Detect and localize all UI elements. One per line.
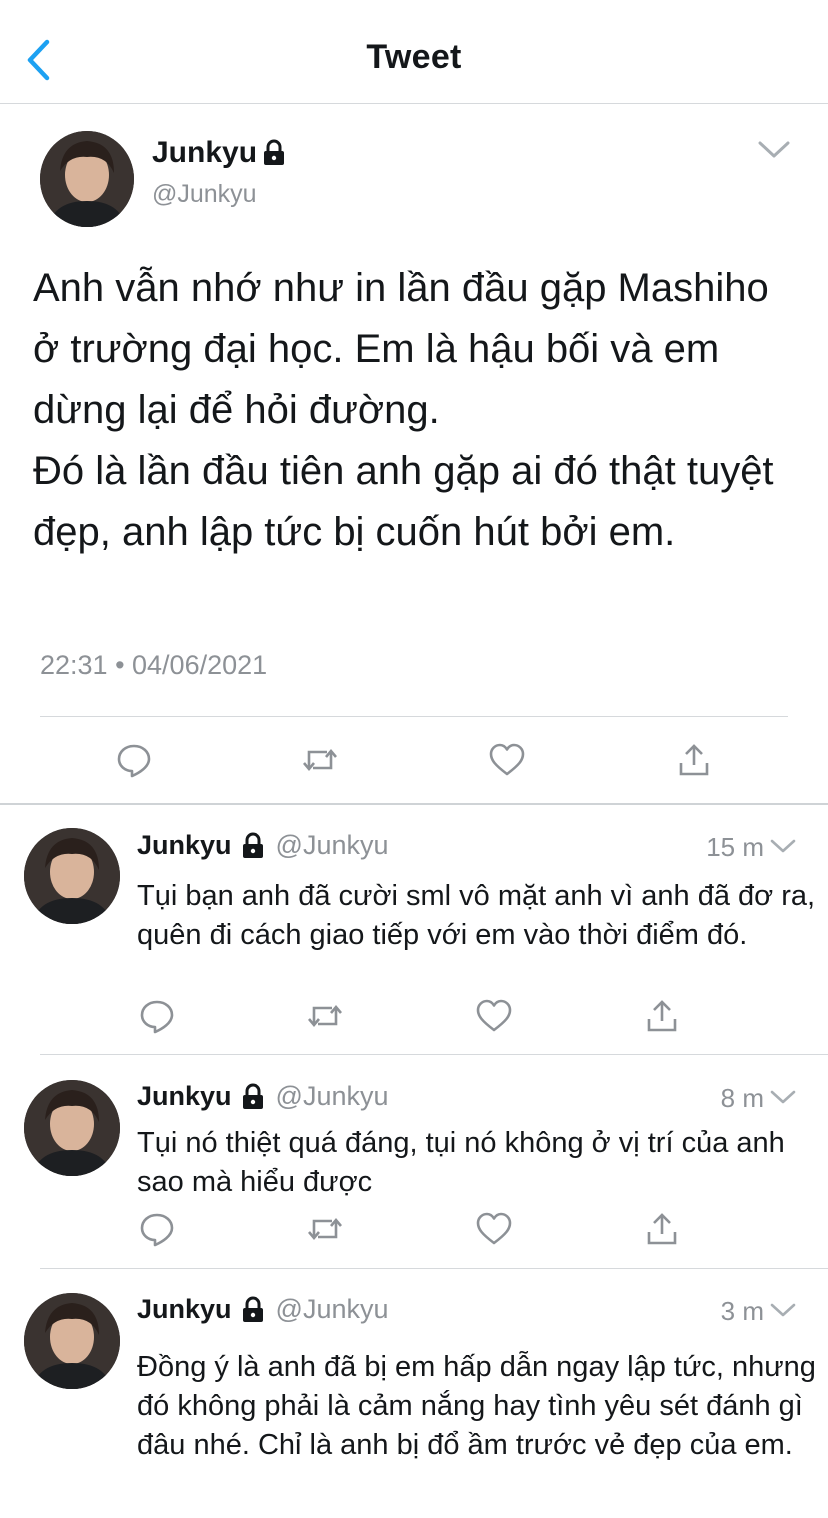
author-name-row: Junkyu (152, 136, 287, 170)
reply-menu-button[interactable] (768, 836, 798, 856)
share-icon (679, 744, 709, 776)
divider (40, 1268, 828, 1269)
like-button[interactable] (470, 1205, 518, 1253)
like-icon (489, 743, 525, 776)
tweet-text: Anh vẫn nhớ như in lần đầu gặp Mashiho ở… (33, 258, 803, 563)
reply-header: Junkyu @Junkyu (137, 1081, 389, 1112)
share-button[interactable] (638, 992, 686, 1040)
lock-icon (264, 139, 285, 165)
reply-author-name[interactable]: Junkyu (137, 1294, 232, 1325)
avatar-image (40, 131, 134, 227)
retweet-button[interactable] (301, 1205, 349, 1253)
reply-icon (117, 744, 151, 778)
share-icon (647, 1213, 677, 1245)
reply-button[interactable] (133, 1205, 181, 1253)
tweet-paragraph: Anh vẫn nhớ như in lần đầu gặp Mashiho ở… (33, 266, 769, 432)
page-title: Tweet (366, 38, 462, 76)
reply-icon (140, 1000, 174, 1034)
reply-header: Junkyu @Junkyu (137, 830, 389, 861)
retweet-button[interactable] (296, 736, 344, 784)
reply-author-name[interactable]: Junkyu (137, 830, 232, 861)
tweet-paragraph: Đó là lần đầu tiên anh gặp ai đó thật tu… (33, 449, 774, 554)
reply-text: Tụi bạn anh đã cười sml vô mặt anh vì an… (137, 880, 816, 951)
tweet-timestamp[interactable]: 22:31 • 04/06/2021 (40, 650, 267, 681)
retweet-icon (308, 1217, 342, 1241)
retweet-button[interactable] (301, 992, 349, 1040)
avatar-image (24, 828, 120, 924)
divider (40, 716, 788, 717)
retweet-icon (303, 748, 337, 772)
chevron-down-icon (770, 839, 796, 852)
chevron-down-icon (770, 1303, 796, 1316)
chevron-down-icon (758, 141, 790, 158)
reply-timestamp: 15 m (706, 832, 764, 862)
like-icon (476, 1212, 512, 1245)
avatar[interactable] (24, 1080, 120, 1176)
reply-timestamp: 3 m (720, 1296, 764, 1326)
top-bar: Tweet (0, 0, 828, 104)
reply-text: Đồng ý là anh đã bị em hấp dẫn ngay lập … (137, 1351, 816, 1461)
reply-author-handle[interactable]: @Junkyu (276, 1294, 389, 1325)
reply-button[interactable] (133, 992, 181, 1040)
share-icon (647, 1000, 677, 1032)
avatar[interactable] (40, 131, 134, 227)
reply-header: Junkyu @Junkyu (137, 1294, 389, 1325)
retweet-icon (308, 1004, 342, 1028)
author-name[interactable]: Junkyu (152, 136, 257, 170)
chevron-down-icon (770, 1090, 796, 1103)
reply-text: Tụi nó thiệt quá đáng, tụi nó không ở vị… (137, 1127, 785, 1198)
tweet-menu-button[interactable] (756, 136, 792, 164)
reply-timestamp: 8 m (720, 1083, 764, 1113)
avatar-image (24, 1080, 120, 1176)
reply-menu-button[interactable] (768, 1087, 798, 1107)
reply-icon (140, 1213, 174, 1247)
author-handle[interactable]: @Junkyu (152, 180, 257, 209)
avatar[interactable] (24, 828, 120, 924)
reply-author-handle[interactable]: @Junkyu (276, 830, 389, 861)
reply-button[interactable] (110, 736, 158, 784)
reply-author-handle[interactable]: @Junkyu (276, 1081, 389, 1112)
share-button[interactable] (638, 1205, 686, 1253)
reply-menu-button[interactable] (768, 1300, 798, 1320)
divider (0, 803, 828, 805)
lock-icon (242, 1083, 263, 1109)
like-button[interactable] (470, 992, 518, 1040)
lock-icon (242, 832, 263, 858)
like-icon (476, 999, 512, 1032)
avatar-image (24, 1293, 120, 1389)
like-button[interactable] (483, 736, 531, 784)
lock-icon (242, 1296, 263, 1322)
avatar[interactable] (24, 1293, 120, 1389)
reply-author-name[interactable]: Junkyu (137, 1081, 232, 1112)
share-button[interactable] (670, 736, 718, 784)
divider (40, 1054, 828, 1055)
